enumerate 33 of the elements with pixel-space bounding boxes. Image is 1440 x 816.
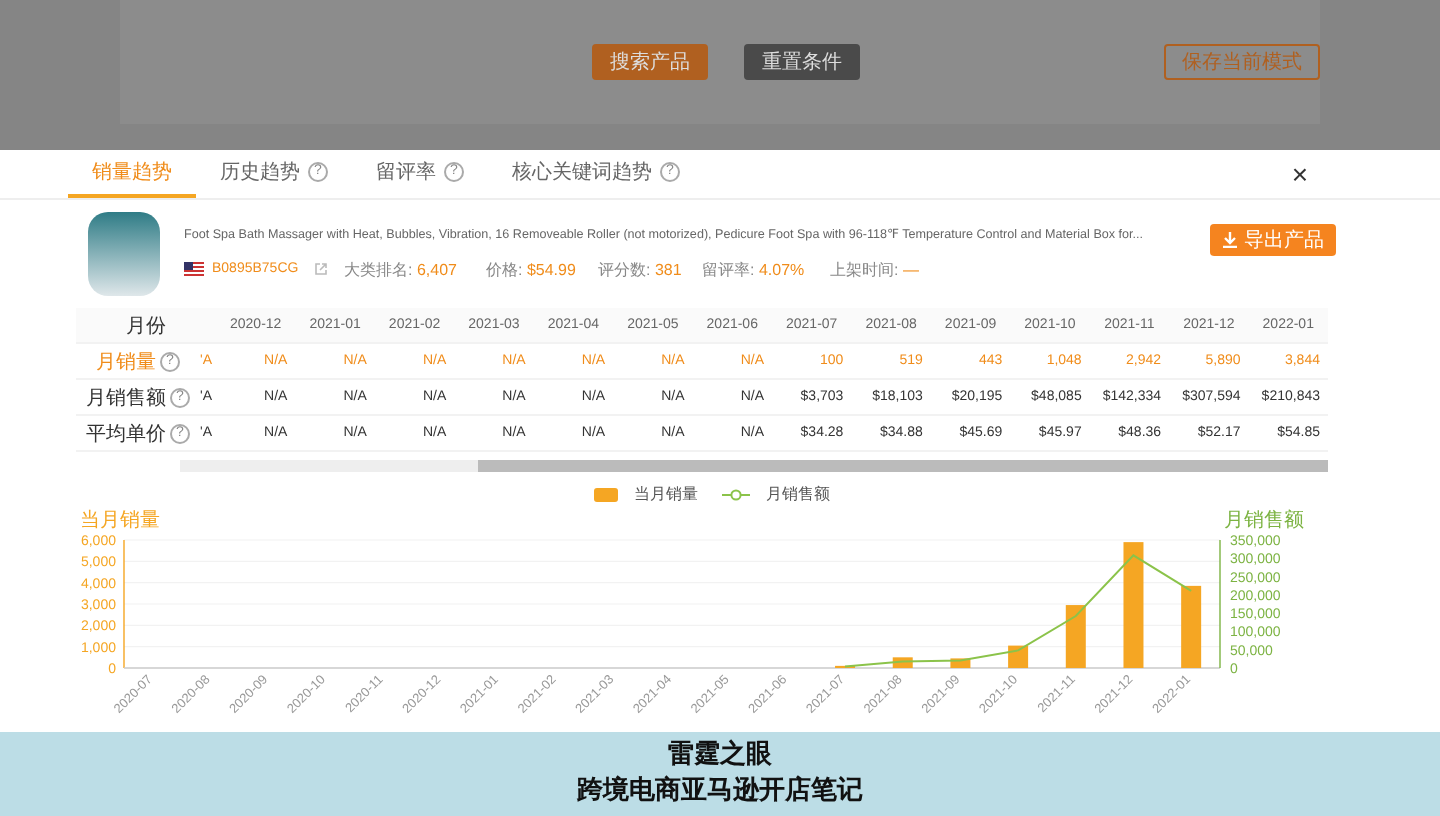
toolbar-button[interactable]: 搜索产品 xyxy=(592,44,708,80)
toolbar-button[interactable]: 重置条件 xyxy=(744,44,860,80)
axis-title: 月销售额 xyxy=(1224,510,1304,532)
tab[interactable]: 销量趋势 xyxy=(68,150,196,198)
product-stat: 大类排名: 6,407 xyxy=(344,259,458,281)
product-stat: 上架时间: — xyxy=(830,259,920,281)
caption-text: 雷霆之眼 xyxy=(668,738,772,774)
table-header: 月份 xyxy=(76,308,216,344)
external-link-icon[interactable] xyxy=(314,262,329,276)
row-label: 月销量 xyxy=(96,349,156,375)
export-button[interactable]: 导出产品 xyxy=(1210,224,1336,256)
close-button[interactable]: × xyxy=(1279,150,1320,198)
chart-bar xyxy=(950,658,971,668)
row-label: 月销售额 xyxy=(86,385,166,411)
product-stat: 评分数: 381 xyxy=(597,259,682,281)
chart-bar xyxy=(892,657,913,668)
chart-bar xyxy=(1181,585,1202,668)
caption-text: 跨境电商亚马逊开店笔记 xyxy=(577,774,863,810)
product-stat: 留评率: 4.07% xyxy=(702,259,805,281)
legend-label: 当月销量 xyxy=(634,484,698,506)
legend-line-icon xyxy=(722,487,750,501)
chart-bar xyxy=(1123,542,1144,668)
flag-icon xyxy=(184,262,204,276)
product-stat: 价格: $54.99 xyxy=(485,259,576,281)
legend-label: 月销售额 xyxy=(766,483,830,506)
download-icon xyxy=(1222,232,1238,248)
product-photo-placeholder xyxy=(88,212,160,296)
axis-title: 当月销量 xyxy=(80,510,160,532)
chart-bar xyxy=(1065,605,1086,668)
row-label: 平均单价 xyxy=(86,421,166,447)
legend-bar-icon xyxy=(594,487,618,501)
chart-bar xyxy=(1008,645,1029,668)
horizontal-scrollbar[interactable] xyxy=(180,460,1328,472)
